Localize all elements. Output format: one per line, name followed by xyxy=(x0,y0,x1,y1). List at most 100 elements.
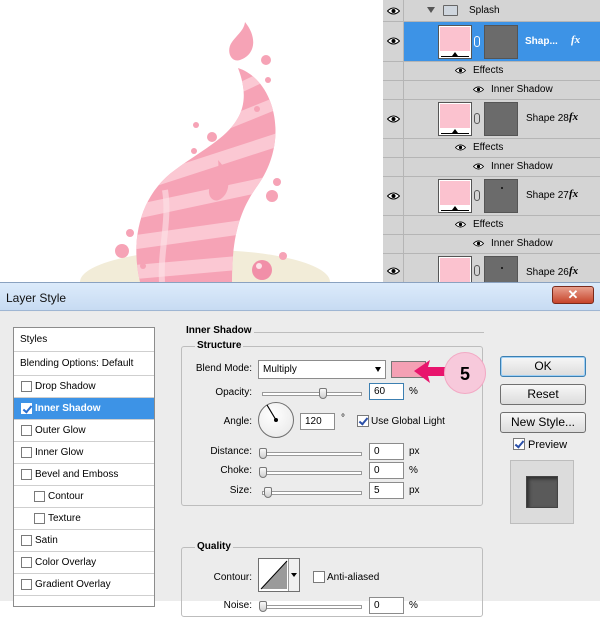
style-item-label: Outer Glow xyxy=(35,425,86,436)
style-item-inner-shadow[interactable]: Inner Shadow xyxy=(14,398,154,420)
choke-unit: % xyxy=(409,465,418,476)
opacity-label: Opacity: xyxy=(215,387,252,398)
visibility-toggle[interactable] xyxy=(383,254,404,282)
style-item-label: Inner Shadow xyxy=(35,403,101,414)
style-checkbox[interactable] xyxy=(34,513,45,524)
effects-row[interactable]: Effects xyxy=(383,139,600,158)
document-canvas[interactable] xyxy=(0,0,383,282)
layer-row[interactable]: Shape 28 fx xyxy=(383,100,600,139)
distance-slider[interactable] xyxy=(259,448,362,459)
contour-curve-icon xyxy=(260,560,288,590)
fx-icon[interactable]: fx xyxy=(569,265,578,277)
blending-options-item[interactable]: Blending Options: Default xyxy=(14,352,154,376)
style-checkbox[interactable] xyxy=(21,447,32,458)
choke-input[interactable]: 0 xyxy=(369,462,404,479)
style-checkbox[interactable] xyxy=(21,557,32,568)
style-checkbox[interactable] xyxy=(21,579,32,590)
style-item-inner-glow[interactable]: Inner Glow xyxy=(14,442,154,464)
styles-list-header[interactable]: Styles xyxy=(14,328,154,352)
step-number: 5 xyxy=(459,364,470,384)
distance-unit: px xyxy=(409,446,420,457)
visibility-toggle[interactable] xyxy=(383,139,404,157)
style-checkbox[interactable] xyxy=(21,535,32,546)
blend-mode-select[interactable]: Multiply xyxy=(258,360,386,379)
blend-mode-label: Blend Mode: xyxy=(195,363,252,374)
style-item-contour[interactable]: Contour xyxy=(14,486,154,508)
visibility-toggle[interactable] xyxy=(383,81,404,99)
effects-row[interactable]: Effects xyxy=(383,216,600,235)
effect-row[interactable]: Inner Shadow xyxy=(383,158,600,177)
layer-style-dialog: Layer Style ✕ Styles Blending Options: D… xyxy=(0,282,600,617)
distance-slider-handle[interactable] xyxy=(259,448,267,459)
layer-row[interactable]: Shape 27 fx xyxy=(383,177,600,216)
style-checkbox[interactable] xyxy=(21,469,32,480)
anti-aliased-checkbox[interactable] xyxy=(313,571,325,583)
angle-input[interactable]: 120 xyxy=(300,413,335,430)
style-item-label: Satin xyxy=(35,535,58,546)
dialog-titlebar[interactable]: Layer Style ✕ xyxy=(0,283,600,311)
layer-row-selected[interactable]: Shap... fx xyxy=(383,22,600,62)
style-checkbox[interactable] xyxy=(34,491,45,502)
choke-slider[interactable] xyxy=(259,467,362,478)
style-checkbox[interactable] xyxy=(21,425,32,436)
new-style-button[interactable]: New Style... xyxy=(500,412,586,433)
opacity-slider-handle[interactable] xyxy=(319,388,327,399)
angle-dial[interactable] xyxy=(258,402,294,438)
tentacle-shape xyxy=(136,68,276,282)
visibility-toggle[interactable] xyxy=(383,216,404,234)
style-item-drop-shadow[interactable]: Drop Shadow xyxy=(14,376,154,398)
contour-label: Contour: xyxy=(213,572,252,583)
reset-button[interactable]: Reset xyxy=(500,384,586,405)
effects-row[interactable]: Effects xyxy=(383,62,600,81)
visibility-toggle[interactable] xyxy=(383,62,404,80)
opacity-slider[interactable] xyxy=(262,388,362,399)
close-button[interactable]: ✕ xyxy=(552,286,594,304)
layer-row[interactable]: Shape 26 fx xyxy=(383,254,600,282)
droplet xyxy=(273,178,281,186)
noise-unit: % xyxy=(409,600,418,611)
effect-row[interactable]: Inner Shadow xyxy=(383,81,600,100)
style-item-bevel-and-emboss[interactable]: Bevel and Emboss xyxy=(14,464,154,486)
opacity-input[interactable]: 60 xyxy=(369,383,404,400)
fx-icon[interactable]: fx xyxy=(569,111,578,123)
droplet xyxy=(265,77,271,83)
size-slider[interactable] xyxy=(262,487,362,498)
fx-icon[interactable]: fx xyxy=(569,188,578,200)
preview-checkbox[interactable] xyxy=(513,438,525,450)
layer-group-row[interactable]: Splash xyxy=(383,0,600,22)
visibility-toggle[interactable] xyxy=(383,158,404,176)
distance-input[interactable]: 0 xyxy=(369,443,404,460)
droplet xyxy=(266,190,278,202)
style-item-color-overlay[interactable]: Color Overlay xyxy=(14,552,154,574)
vector-mask-thumbnail xyxy=(484,25,518,59)
visibility-toggle[interactable] xyxy=(383,0,404,21)
noise-slider[interactable] xyxy=(259,601,362,612)
visibility-toggle[interactable] xyxy=(383,177,404,215)
group-expand-triangle-icon[interactable] xyxy=(427,7,435,13)
style-item-outer-glow[interactable]: Outer Glow xyxy=(14,420,154,442)
visibility-toggle[interactable] xyxy=(383,22,404,61)
size-input[interactable]: 5 xyxy=(369,482,404,499)
dialog-body: Styles Blending Options: Default Drop Sh… xyxy=(0,312,600,617)
style-item-satin[interactable]: Satin xyxy=(14,530,154,552)
fx-icon[interactable]: fx xyxy=(571,34,580,46)
panel-title-rule xyxy=(250,332,484,333)
size-slider-handle[interactable] xyxy=(264,487,272,498)
style-checkbox[interactable] xyxy=(21,381,32,392)
noise-slider-handle[interactable] xyxy=(259,601,267,612)
style-item-label: Drop Shadow xyxy=(35,381,96,392)
visibility-toggle[interactable] xyxy=(383,100,404,138)
effect-row[interactable]: Inner Shadow xyxy=(383,235,600,254)
contour-picker[interactable] xyxy=(258,558,300,592)
ok-button[interactable]: OK xyxy=(500,356,586,377)
style-item-gradient-overlay[interactable]: Gradient Overlay xyxy=(14,574,154,596)
style-checkbox[interactable] xyxy=(21,403,32,414)
visibility-toggle[interactable] xyxy=(383,235,404,253)
splash-artwork xyxy=(80,22,330,282)
choke-slider-handle[interactable] xyxy=(259,467,267,478)
style-item-texture[interactable]: Texture xyxy=(14,508,154,530)
use-global-light-checkbox[interactable] xyxy=(357,415,369,427)
use-global-light-label: Use Global Light xyxy=(371,416,445,427)
contour-dropdown-icon[interactable] xyxy=(288,559,299,591)
droplet xyxy=(254,106,260,112)
